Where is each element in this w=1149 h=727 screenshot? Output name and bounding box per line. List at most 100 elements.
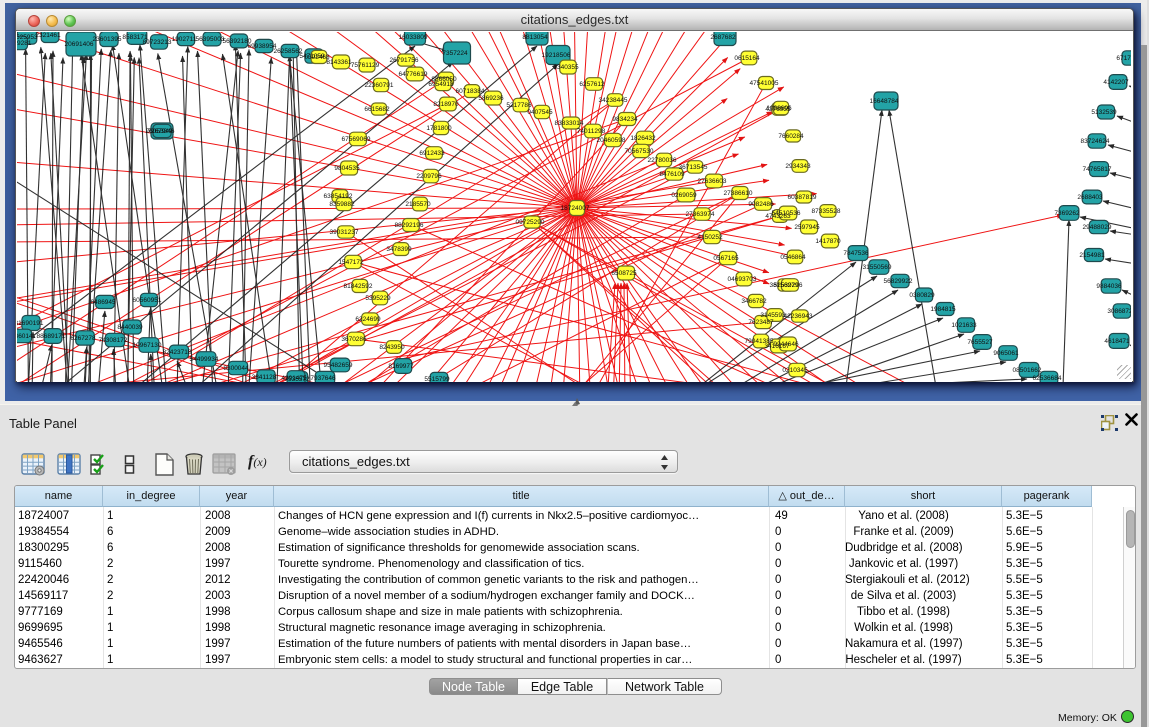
svg-text:8359882: 8359882 xyxy=(329,201,355,208)
svg-text:0615164: 0615164 xyxy=(734,55,760,62)
svg-text:75761129: 75761129 xyxy=(351,62,380,69)
svg-text:34238445: 34238445 xyxy=(599,97,628,104)
svg-text:8476109: 8476109 xyxy=(659,171,685,178)
svg-text:5217786: 5217786 xyxy=(506,102,532,109)
svg-text:7847536: 7847536 xyxy=(843,250,869,257)
svg-text:8440039: 8440039 xyxy=(117,324,143,331)
svg-text:31690191: 31690191 xyxy=(17,320,44,327)
svg-text:62536684: 62536684 xyxy=(1033,375,1062,382)
svg-text:1098696: 1098696 xyxy=(766,105,792,112)
svg-text:0269059: 0269059 xyxy=(671,192,697,199)
svg-text:6486945: 6486945 xyxy=(90,299,116,306)
svg-text:04693703: 04693703 xyxy=(728,276,757,283)
svg-text:56829922: 56829922 xyxy=(884,278,913,285)
svg-text:7623487: 7623487 xyxy=(748,319,774,326)
svg-text:56395003: 56395003 xyxy=(196,36,225,43)
svg-text:2688403: 2688403 xyxy=(1077,194,1103,201)
svg-text:3466782: 3466782 xyxy=(741,298,767,305)
svg-text:39031237: 39031237 xyxy=(330,229,359,236)
svg-text:82423718: 82423718 xyxy=(163,349,192,356)
svg-text:8143361: 8143361 xyxy=(326,59,352,66)
svg-text:19218506: 19218506 xyxy=(542,52,571,59)
svg-text:45369281: 45369281 xyxy=(17,40,32,47)
svg-text:9834234: 9834234 xyxy=(612,116,638,123)
svg-text:31550569: 31550569 xyxy=(863,264,892,271)
svg-text:8218970: 8218970 xyxy=(433,101,459,108)
svg-text:23601395: 23601395 xyxy=(93,36,122,43)
svg-text:9065061: 9065061 xyxy=(993,350,1019,357)
svg-text:83724624: 83724624 xyxy=(1081,138,1110,145)
svg-text:09725290: 09725290 xyxy=(516,219,545,226)
svg-text:3086872: 3086872 xyxy=(1107,308,1131,315)
svg-text:2185570: 2185570 xyxy=(405,201,431,208)
svg-text:16033809: 16033809 xyxy=(399,34,428,41)
svg-text:1417870: 1417870 xyxy=(815,238,841,245)
svg-text:18724007: 18724007 xyxy=(561,205,590,212)
svg-text:6257612: 6257612 xyxy=(579,81,605,88)
svg-text:0210345: 0210345 xyxy=(782,367,808,374)
svg-text:20691406: 20691406 xyxy=(65,41,94,48)
svg-text:27363974: 27363974 xyxy=(686,211,715,218)
svg-text:54499934: 54499934 xyxy=(190,356,219,363)
svg-text:7937646: 7937646 xyxy=(310,375,336,382)
svg-text:88689171: 88689171 xyxy=(37,333,66,340)
svg-text:60387819: 60387819 xyxy=(788,194,817,201)
svg-text:0380829: 0380829 xyxy=(909,292,935,299)
svg-text:7357224: 7357224 xyxy=(442,50,468,57)
svg-text:6717067: 6717067 xyxy=(1116,55,1131,62)
svg-text:3478399: 3478399 xyxy=(386,246,412,253)
svg-text:26791756: 26791756 xyxy=(390,57,419,64)
svg-text:7655527: 7655527 xyxy=(967,339,993,346)
svg-text:3670286: 3670286 xyxy=(341,336,367,343)
svg-text:54510536: 54510536 xyxy=(772,210,801,217)
svg-text:2209796: 2209796 xyxy=(416,173,442,180)
svg-text:8243950: 8243950 xyxy=(379,344,405,351)
svg-text:1902711: 1902711 xyxy=(172,36,197,43)
svg-text:60718384: 60718384 xyxy=(456,88,485,95)
svg-text:0546864: 0546864 xyxy=(780,254,806,261)
svg-text:6224699: 6224699 xyxy=(355,316,381,323)
svg-text:10967130: 10967130 xyxy=(133,342,162,349)
svg-text:20460598: 20460598 xyxy=(597,137,626,144)
svg-text:1826432: 1826432 xyxy=(630,135,656,142)
svg-text:16648784: 16648784 xyxy=(870,98,899,105)
svg-text:1984815: 1984815 xyxy=(930,306,956,313)
svg-text:4142207: 4142207 xyxy=(1103,79,1129,86)
svg-text:7369262: 7369262 xyxy=(1054,210,1080,217)
svg-text:22780036: 22780036 xyxy=(648,157,677,164)
svg-text:1021633: 1021633 xyxy=(951,322,977,329)
svg-text:4150252: 4150252 xyxy=(697,234,723,241)
svg-text:2597945: 2597945 xyxy=(794,224,820,231)
svg-text:88292196: 88292196 xyxy=(395,222,424,229)
svg-text:95482659: 95482659 xyxy=(324,362,353,369)
svg-text:47541005: 47541005 xyxy=(750,80,779,87)
svg-text:2687682: 2687682 xyxy=(710,34,736,41)
svg-text:1781800: 1781800 xyxy=(426,125,452,132)
svg-text:3841128: 3841128 xyxy=(252,374,277,381)
svg-text:7660284: 7660284 xyxy=(778,133,804,140)
svg-text:7267949: 7267949 xyxy=(147,128,173,135)
svg-text:5515799: 5515799 xyxy=(424,376,450,382)
svg-text:8300044: 8300044 xyxy=(223,365,249,372)
svg-text:8813054: 8813054 xyxy=(522,34,548,41)
svg-text:6954913: 6954913 xyxy=(428,81,454,88)
svg-text:74765817: 74765817 xyxy=(1083,166,1112,173)
svg-text:63854192: 63854192 xyxy=(324,193,353,200)
svg-text:74308172: 74308172 xyxy=(99,337,128,344)
svg-text:27386610: 27386610 xyxy=(724,190,753,197)
svg-text:87335528: 87335528 xyxy=(812,208,841,215)
svg-text:6615682: 6615682 xyxy=(364,106,390,113)
svg-text:2321461: 2321461 xyxy=(35,32,61,39)
svg-text:2934343: 2934343 xyxy=(785,163,811,170)
svg-text:69938954: 69938954 xyxy=(248,43,277,50)
svg-text:64776619: 64776619 xyxy=(399,71,428,78)
svg-text:5869236: 5869236 xyxy=(478,95,504,102)
svg-text:08501662: 08501662 xyxy=(1013,367,1042,374)
svg-text:6508725: 6508725 xyxy=(611,270,637,277)
svg-text:5132539: 5132539 xyxy=(1091,109,1117,116)
svg-text:9884036: 9884036 xyxy=(1096,283,1122,290)
svg-text:81842592: 81842592 xyxy=(344,283,373,290)
svg-text:2154981: 2154981 xyxy=(1079,252,1105,259)
svg-text:8036014: 8036014 xyxy=(17,333,33,340)
svg-text:83833014: 83833014 xyxy=(555,120,584,127)
